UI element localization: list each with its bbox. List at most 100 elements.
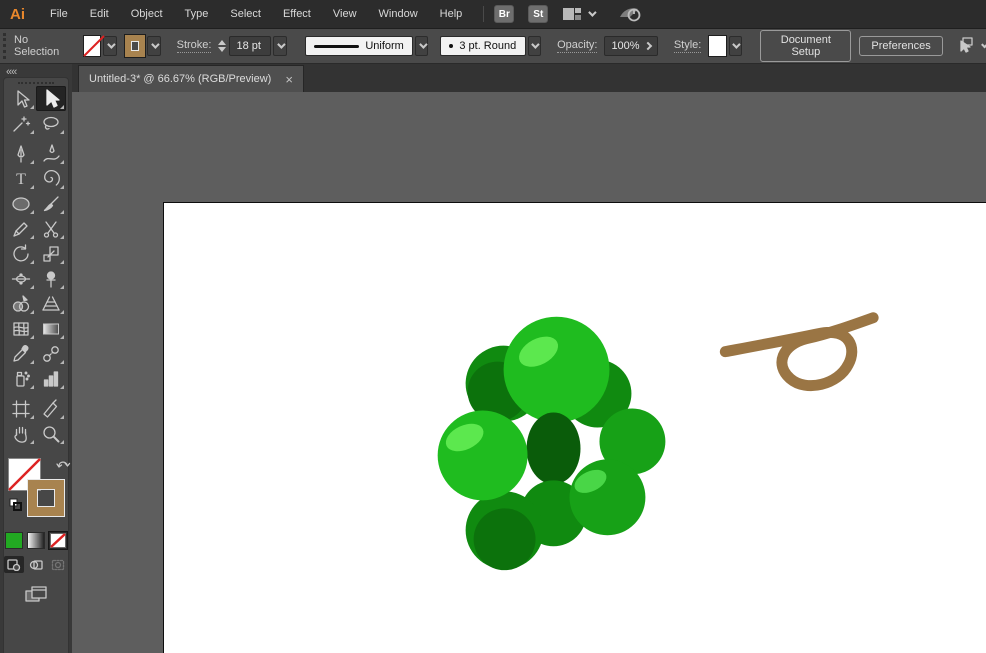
close-tab-icon[interactable]: × <box>285 73 293 86</box>
menu-effect[interactable]: Effect <box>272 0 322 28</box>
preferences-button[interactable]: Preferences <box>859 36 943 56</box>
scale-tool[interactable] <box>36 241 66 266</box>
menu-window[interactable]: Window <box>368 0 429 28</box>
swap-fill-stroke-icon[interactable] <box>56 457 71 473</box>
draw-normal-icon[interactable] <box>4 556 24 573</box>
grape-cluster-object[interactable] <box>437 316 666 571</box>
menu-bar: Ai File Edit Object Type Select Effect V… <box>0 0 986 28</box>
menu-edit[interactable]: Edit <box>79 0 120 28</box>
slice-tool[interactable] <box>36 396 66 421</box>
opacity-submenu-arrow-icon[interactable] <box>643 41 653 51</box>
cs-live-icon[interactable] <box>618 5 642 23</box>
stock-button[interactable]: St <box>528 5 549 23</box>
width-tool[interactable] <box>6 266 36 291</box>
puppet-warp-tool[interactable] <box>36 266 66 291</box>
stroke-panel-link[interactable]: Stroke: <box>176 39 212 53</box>
lasso-tool[interactable] <box>36 111 66 136</box>
arrange-documents-chevron-icon[interactable] <box>588 8 597 17</box>
curvature-tool[interactable] <box>36 141 66 166</box>
opacity-field[interactable]: 100% <box>604 36 658 56</box>
menu-file[interactable]: File <box>39 0 79 28</box>
fill-color-dropdown[interactable] <box>103 36 117 56</box>
opacity-value: 100% <box>611 40 640 52</box>
selection-tool[interactable] <box>36 86 66 111</box>
blend-tool[interactable] <box>36 341 66 366</box>
shape-builder-tool[interactable] <box>6 291 36 316</box>
fill-color-swatch[interactable] <box>83 35 105 57</box>
none-button[interactable] <box>48 531 68 550</box>
gradient-tool[interactable] <box>36 316 66 341</box>
rotate-tool[interactable] <box>6 241 36 266</box>
color-button[interactable] <box>5 532 23 549</box>
preferences-flyout-icon[interactable] <box>955 35 977 58</box>
artboard-tool[interactable] <box>6 396 36 421</box>
magic-wand-tool[interactable] <box>6 111 36 136</box>
width-profile-dropdown[interactable] <box>414 36 429 56</box>
grape-ball[interactable] <box>437 410 528 501</box>
width-profile-select[interactable]: Uniform <box>304 36 413 56</box>
stroke-color-swatch[interactable] <box>123 34 147 58</box>
artwork-layer <box>437 312 879 571</box>
direct-selection-tool[interactable] <box>6 86 36 111</box>
stroke-proxy[interactable] <box>28 480 64 516</box>
preferences-flyout-chevron-icon[interactable] <box>980 40 986 49</box>
eyedropper-tool[interactable] <box>6 341 36 366</box>
opacity-panel-link[interactable]: Opacity: <box>557 39 598 53</box>
stroke-weight-stepper[interactable] <box>218 40 227 52</box>
screen-mode-icon[interactable] <box>4 583 68 605</box>
paintbrush-tool[interactable] <box>36 191 66 216</box>
symbol-sprayer-tool[interactable] <box>6 366 36 391</box>
drawing-mode-buttons <box>4 556 68 573</box>
menu-type[interactable]: Type <box>174 0 220 28</box>
mesh-tool[interactable] <box>6 316 36 341</box>
stroke-weight-field[interactable]: 18 pt <box>229 36 272 56</box>
grape-core-shadow <box>526 412 581 485</box>
type-tool[interactable]: T <box>6 166 36 191</box>
document-setup-button[interactable]: Document Setup <box>760 30 852 62</box>
grape-ball[interactable] <box>503 316 610 423</box>
scissors-tool[interactable] <box>36 216 66 241</box>
toolbar-grip[interactable] <box>18 82 54 84</box>
brush-select[interactable]: 3 pt. Round <box>440 36 526 56</box>
zoom-tool[interactable] <box>36 421 66 446</box>
spiral-tool[interactable] <box>36 166 66 191</box>
selection-status: No Selection <box>14 34 60 58</box>
brush-preview-dot <box>449 44 454 48</box>
menu-view[interactable]: View <box>322 0 368 28</box>
arrange-documents-icon[interactable] <box>562 6 582 22</box>
document-tab[interactable]: Untitled-3* @ 66.67% (RGB/Preview) × <box>78 65 304 92</box>
grape-ball[interactable] <box>569 459 646 536</box>
bridge-button[interactable]: Br <box>494 5 515 23</box>
control-bar-grip[interactable] <box>3 33 6 59</box>
perspective-grid-tool[interactable] <box>36 291 66 316</box>
stem-loop-object[interactable] <box>719 312 879 392</box>
menubar-separator <box>483 6 485 22</box>
pencil-tool[interactable] <box>6 216 36 241</box>
artboard[interactable] <box>163 202 986 653</box>
menu-help[interactable]: Help <box>429 0 474 28</box>
stroke-weight-dropdown[interactable] <box>273 36 287 56</box>
default-fill-stroke-icon[interactable] <box>9 498 22 514</box>
canvas-area[interactable] <box>72 92 986 653</box>
draw-inside-icon[interactable] <box>48 556 68 573</box>
width-profile-value: Uniform <box>365 40 404 52</box>
draw-behind-icon[interactable] <box>26 556 46 573</box>
illustrator-window: { "app": { "logo": "Ai", "menus": ["File… <box>0 0 986 653</box>
column-graph-tool[interactable] <box>36 366 66 391</box>
svg-text:T: T <box>16 171 26 188</box>
gradient-button[interactable] <box>27 532 45 549</box>
pen-tool[interactable] <box>6 141 36 166</box>
brush-value: 3 pt. Round <box>459 40 517 52</box>
width-profile-preview <box>313 44 360 48</box>
ellipse-tool[interactable] <box>6 191 36 216</box>
hand-tool[interactable] <box>6 421 36 446</box>
menu-object[interactable]: Object <box>120 0 174 28</box>
brush-dropdown[interactable] <box>527 36 542 56</box>
color-mode-buttons <box>4 531 68 550</box>
style-swatch[interactable] <box>708 35 727 57</box>
control-bar: No Selection Stroke: 18 pt Uniform 3 pt.… <box>0 28 986 64</box>
style-dropdown[interactable] <box>728 36 743 56</box>
stroke-color-dropdown[interactable] <box>147 36 161 56</box>
menu-select[interactable]: Select <box>219 0 272 28</box>
style-panel-link[interactable]: Style: <box>673 39 702 53</box>
